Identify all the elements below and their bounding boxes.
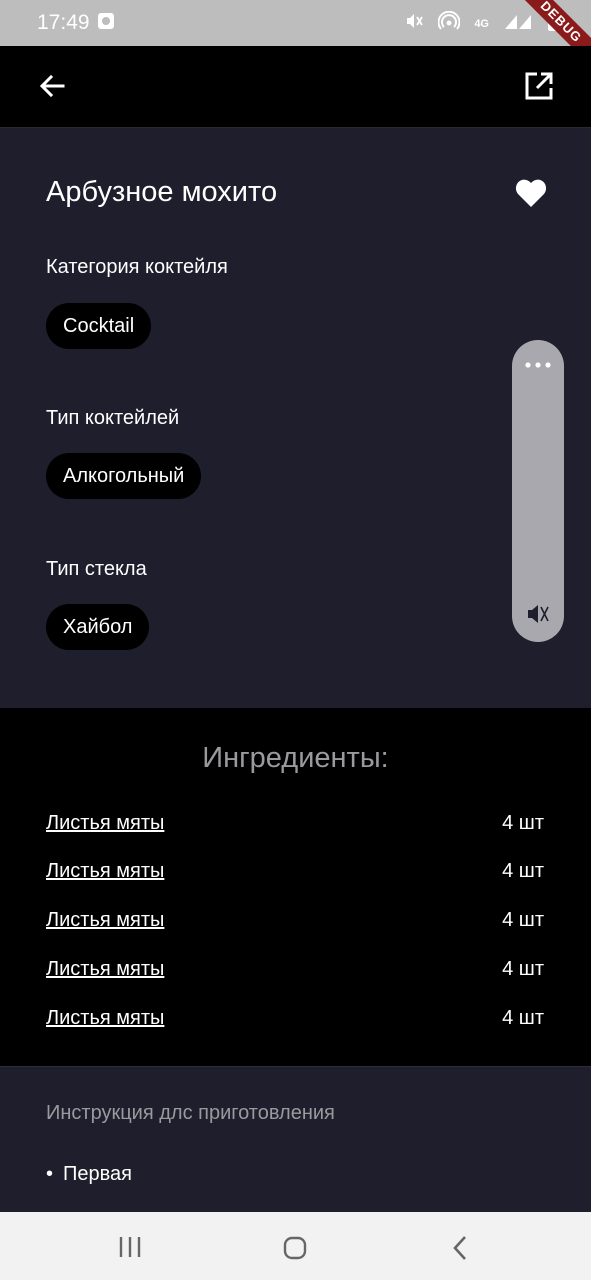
type-chip: Алкогольный bbox=[46, 453, 202, 499]
mute-icon[interactable] bbox=[526, 602, 550, 626]
ingredient-link[interactable]: Листья мяты bbox=[46, 1007, 164, 1030]
home-icon[interactable] bbox=[283, 1236, 307, 1260]
instructions-section: Инструкция длс приготовления • Первая bbox=[0, 1066, 591, 1212]
category-label: Категория коктейля bbox=[46, 256, 228, 278]
status-time: 17:49 bbox=[37, 11, 90, 34]
ingredient-row: Листья мяты 4 шт bbox=[46, 1007, 544, 1037]
photo-icon bbox=[98, 13, 114, 29]
ingredient-row: Листья мяты 4 шт bbox=[46, 909, 544, 939]
status-icons: 4G bbox=[404, 10, 561, 38]
ingredient-quantity: 4 шт bbox=[502, 909, 544, 931]
more-options-icon[interactable] bbox=[525, 362, 551, 368]
ingredient-quantity: 4 шт bbox=[502, 1007, 544, 1029]
ingredient-row: Листья мяты 4 шт bbox=[46, 958, 544, 988]
network-label: 4G bbox=[474, 18, 489, 30]
back-icon[interactable] bbox=[450, 1235, 470, 1261]
heart-icon[interactable] bbox=[515, 178, 547, 208]
system-nav-bar bbox=[0, 1212, 591, 1280]
bullet-icon: • bbox=[46, 1163, 54, 1185]
instructions-title: Инструкция длс приготовления bbox=[46, 1102, 335, 1124]
category-chip: Cocktail bbox=[46, 303, 152, 349]
drink-info-section: Арбузное мохито Категория коктейля Cockt… bbox=[0, 128, 591, 708]
ingredient-link[interactable]: Листья мяты bbox=[46, 958, 164, 981]
drink-title: Арбузное мохито bbox=[46, 176, 278, 208]
type-label: Тип коктейлей bbox=[46, 407, 180, 429]
ingredient-quantity: 4 шт bbox=[502, 958, 544, 980]
ingredients-section: Ингредиенты: Листья мяты 4 шт Листья мят… bbox=[0, 708, 591, 1066]
instruction-step-text: Первая bbox=[63, 1163, 132, 1185]
glass-chip: Хайбол bbox=[46, 604, 150, 650]
hotspot-icon bbox=[437, 10, 461, 37]
ingredient-row: Листья мяты 4 шт bbox=[46, 860, 544, 890]
ingredient-link[interactable]: Листья мяты bbox=[46, 812, 164, 835]
ingredient-quantity: 4 шт bbox=[502, 860, 544, 882]
status-bar: 17:49 4G DEBUG bbox=[0, 0, 591, 72]
open-external-icon[interactable] bbox=[523, 70, 555, 102]
mute-icon bbox=[404, 11, 424, 37]
ingredients-title: Ингредиенты: bbox=[202, 742, 389, 774]
signal-icon bbox=[503, 11, 533, 37]
arrow-back-icon[interactable] bbox=[36, 70, 68, 102]
ingredient-row: Листья мяты 4 шт bbox=[46, 812, 544, 842]
ingredient-link[interactable]: Листья мяты bbox=[46, 860, 164, 883]
ingredient-link[interactable]: Листья мяты bbox=[46, 909, 164, 932]
ingredient-quantity: 4 шт bbox=[502, 812, 544, 834]
app-bar bbox=[0, 46, 591, 128]
instruction-step: • Первая bbox=[46, 1163, 132, 1186]
glass-label: Тип стекла bbox=[46, 558, 147, 580]
recent-apps-icon[interactable] bbox=[118, 1236, 142, 1258]
volume-panel[interactable] bbox=[512, 340, 564, 642]
